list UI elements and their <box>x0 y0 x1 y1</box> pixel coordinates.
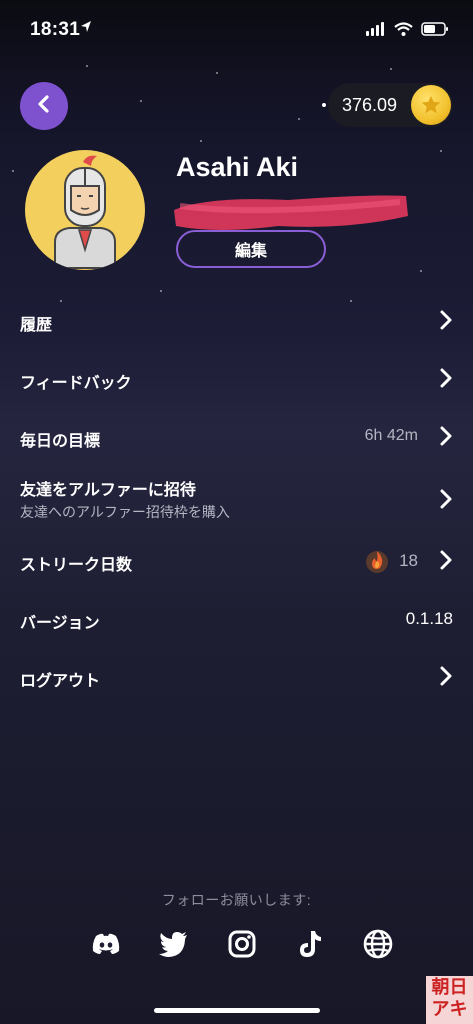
edit-profile-button[interactable]: 編集 <box>176 230 326 268</box>
wifi-icon <box>394 22 413 41</box>
avatar[interactable] <box>25 150 145 270</box>
menu-item-daily-goal[interactable]: 毎日の目標 6h 42m <box>0 423 473 451</box>
cellular-signal-icon <box>366 22 386 41</box>
chevron-left-icon <box>34 94 54 119</box>
menu-item-history[interactable]: 履歴 <box>0 307 473 335</box>
back-button[interactable] <box>20 82 68 130</box>
chevron-right-icon <box>439 367 453 394</box>
tiktok-icon[interactable] <box>294 928 326 960</box>
menu-item-label: 履歴 <box>20 317 53 334</box>
twitter-icon[interactable] <box>158 928 190 960</box>
menu-item-logout[interactable]: ログアウト <box>0 663 473 691</box>
version-value: 0.1.18 <box>405 609 453 628</box>
chevron-right-icon <box>439 309 453 336</box>
profile-name: Asahi Aki <box>176 152 299 182</box>
watermark-line-2: アキ <box>431 999 468 1019</box>
follow-label: フォローお願いします: <box>161 892 312 908</box>
daily-goal-value: 6h 42m <box>364 427 418 444</box>
knight-avatar-icon <box>54 155 116 269</box>
menu-item-streak[interactable]: ストリーク日数 18 <box>0 547 473 575</box>
menu-item-label: フィードバック <box>20 375 132 392</box>
menu-item-label: バージョン <box>20 615 100 632</box>
menu-item-sublabel: 友達へのアルファー招待枠を購入 <box>20 504 230 520</box>
status-time: 18:31 <box>30 19 81 40</box>
coin-balance[interactable]: 376.09 <box>322 83 453 127</box>
chevron-right-icon <box>439 425 453 452</box>
menu-item-label: 友達をアルファーに招待 <box>20 482 196 499</box>
status-bar: 18:31 <box>0 0 473 60</box>
flame-icon <box>365 548 389 579</box>
menu-item-version: バージョン 0.1.18 <box>0 605 473 633</box>
coin-amount: 376.09 <box>342 95 398 115</box>
location-arrow-icon <box>79 20 93 39</box>
menu-item-label: 毎日の目標 <box>20 433 101 450</box>
menu-item-label: ログアウト <box>20 673 101 690</box>
chevron-right-icon <box>439 488 453 515</box>
watermark-line-1: 朝日 <box>431 977 468 997</box>
star-coin-icon <box>411 85 451 125</box>
globe-icon[interactable] <box>362 928 394 960</box>
chevron-right-icon <box>439 549 453 576</box>
instagram-icon[interactable] <box>226 928 258 960</box>
menu-item-feedback[interactable]: フィードバック <box>0 365 473 393</box>
streak-count: 18 <box>399 551 418 570</box>
chevron-right-icon <box>439 665 453 692</box>
discord-icon[interactable] <box>90 928 122 960</box>
menu-item-label: ストリーク日数 <box>20 557 133 574</box>
home-indicator[interactable] <box>154 1008 320 1013</box>
battery-icon <box>421 22 449 41</box>
menu-item-invite[interactable]: 友達をアルファーに招待 友達へのアルファー招待枠を購入 <box>0 474 473 522</box>
watermark: 朝日 アキ <box>426 976 473 1024</box>
